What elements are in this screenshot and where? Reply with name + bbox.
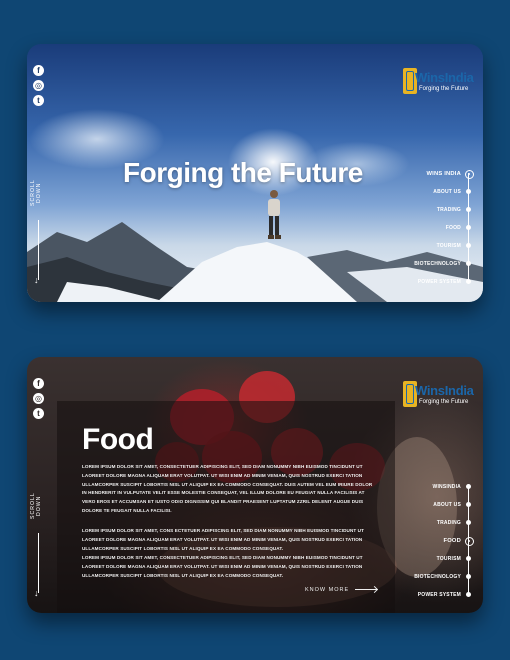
instagram-icon[interactable]: ◎	[33, 80, 44, 91]
social-links: f ◎ t	[33, 65, 45, 110]
nav-item-about-us[interactable]: ABOUT US	[433, 189, 461, 195]
nav-item-power-system[interactable]: POWER SYSTEM	[418, 592, 461, 598]
scroll-down-indicator[interactable]: SCROLL DOWN ↓	[30, 172, 48, 292]
twitter-icon[interactable]: t	[33, 408, 44, 419]
brand-logo[interactable]: WinsIndia Forging the Future	[403, 381, 474, 411]
nav-dot-icon[interactable]	[466, 520, 471, 525]
scroll-line	[38, 220, 39, 280]
nav-dot-icon[interactable]	[466, 225, 471, 230]
hero-slide: f ◎ t SCROLL DOWN ↓ WinsIndia Forging th…	[27, 44, 483, 302]
food-content-box: Food Lorem ipsum dolor sit amet, consect…	[57, 401, 395, 613]
nav-item-winsindia[interactable]: WINSINDIA	[433, 484, 461, 490]
nav-dot-icon[interactable]	[466, 207, 471, 212]
brand-logo[interactable]: WinsIndia Forging the Future	[403, 68, 474, 98]
nav-item-food[interactable]: FOOD	[443, 538, 461, 544]
nav-dot-icon[interactable]	[466, 556, 471, 561]
arrow-down-icon: ↓	[34, 588, 39, 598]
food-title: Food	[82, 423, 154, 456]
nav-item-trading[interactable]: TRADING	[437, 520, 461, 526]
nav-dot-icon[interactable]	[466, 574, 471, 579]
nav-dot-icon[interactable]	[466, 484, 471, 489]
section-nav: WINS INDIA ABOUT US TRADING FOOD TOURISM…	[398, 168, 483, 286]
nav-item-power-system[interactable]: POWER SYSTEM	[418, 279, 461, 285]
nav-item-biotechnology[interactable]: BIOTECHNOLOGY	[414, 574, 461, 580]
scroll-line	[38, 533, 39, 593]
nav-dot-icon[interactable]	[466, 279, 471, 284]
nav-item-winsindia[interactable]: WINS INDIA	[426, 171, 461, 177]
food-paragraph-2: Lorem ipsum dolor sit amet, cons ectetue…	[82, 528, 364, 551]
brand-name: WinsIndia	[415, 70, 474, 85]
brand-tagline: Forging the Future	[419, 399, 469, 405]
food-slide: f ◎ t SCROLL DOWN ↓ WinsIndia Forging th…	[27, 357, 483, 613]
nav-item-trading[interactable]: TRADING	[437, 207, 461, 213]
nav-item-tourism[interactable]: TOURISM	[437, 243, 461, 249]
nav-active-ring-icon[interactable]	[465, 170, 474, 179]
scroll-down-label: SCROLL DOWN	[30, 492, 42, 520]
nav-dot-icon[interactable]	[466, 261, 471, 266]
facebook-icon[interactable]: f	[33, 65, 44, 76]
nav-item-food[interactable]: FOOD	[446, 225, 461, 231]
nav-item-tourism[interactable]: TOURISM	[437, 556, 461, 562]
facebook-icon[interactable]: f	[33, 378, 44, 389]
arrow-down-icon: ↓	[34, 275, 39, 285]
scroll-down-label: SCROLL DOWN	[30, 179, 42, 207]
nav-dot-icon[interactable]	[466, 502, 471, 507]
nav-dot-icon[interactable]	[466, 189, 471, 194]
brand-name: WinsIndia	[415, 383, 474, 398]
food-paragraph-1: Lorem ipsum dolor sit amet, consectetuer…	[82, 464, 373, 513]
know-more-link[interactable]: KNOW MORE	[305, 587, 378, 593]
nav-item-about-us[interactable]: ABOUT US	[433, 502, 461, 508]
scroll-down-indicator[interactable]: SCROLL DOWN ↓	[30, 485, 48, 605]
nav-item-biotechnology[interactable]: BIOTECHNOLOGY	[414, 261, 461, 267]
nav-dot-icon[interactable]	[466, 243, 471, 248]
social-links: f ◎ t	[33, 378, 45, 423]
brand-tagline: Forging the Future	[419, 86, 469, 92]
hiker-figure	[268, 190, 281, 239]
nav-active-ring-icon[interactable]	[465, 537, 474, 546]
instagram-icon[interactable]: ◎	[33, 393, 44, 404]
hero-title: Forging the Future	[123, 157, 363, 188]
nav-dot-icon[interactable]	[466, 592, 471, 597]
know-more-label: KNOW MORE	[305, 587, 350, 593]
arrow-right-icon	[355, 589, 378, 591]
twitter-icon[interactable]: t	[33, 95, 44, 106]
food-paragraph-3: Lorem ipsum dolor sit amet, consectetuer…	[82, 555, 363, 578]
section-nav: WINSINDIA ABOUT US TRADING FOOD TOURISM …	[398, 481, 483, 599]
